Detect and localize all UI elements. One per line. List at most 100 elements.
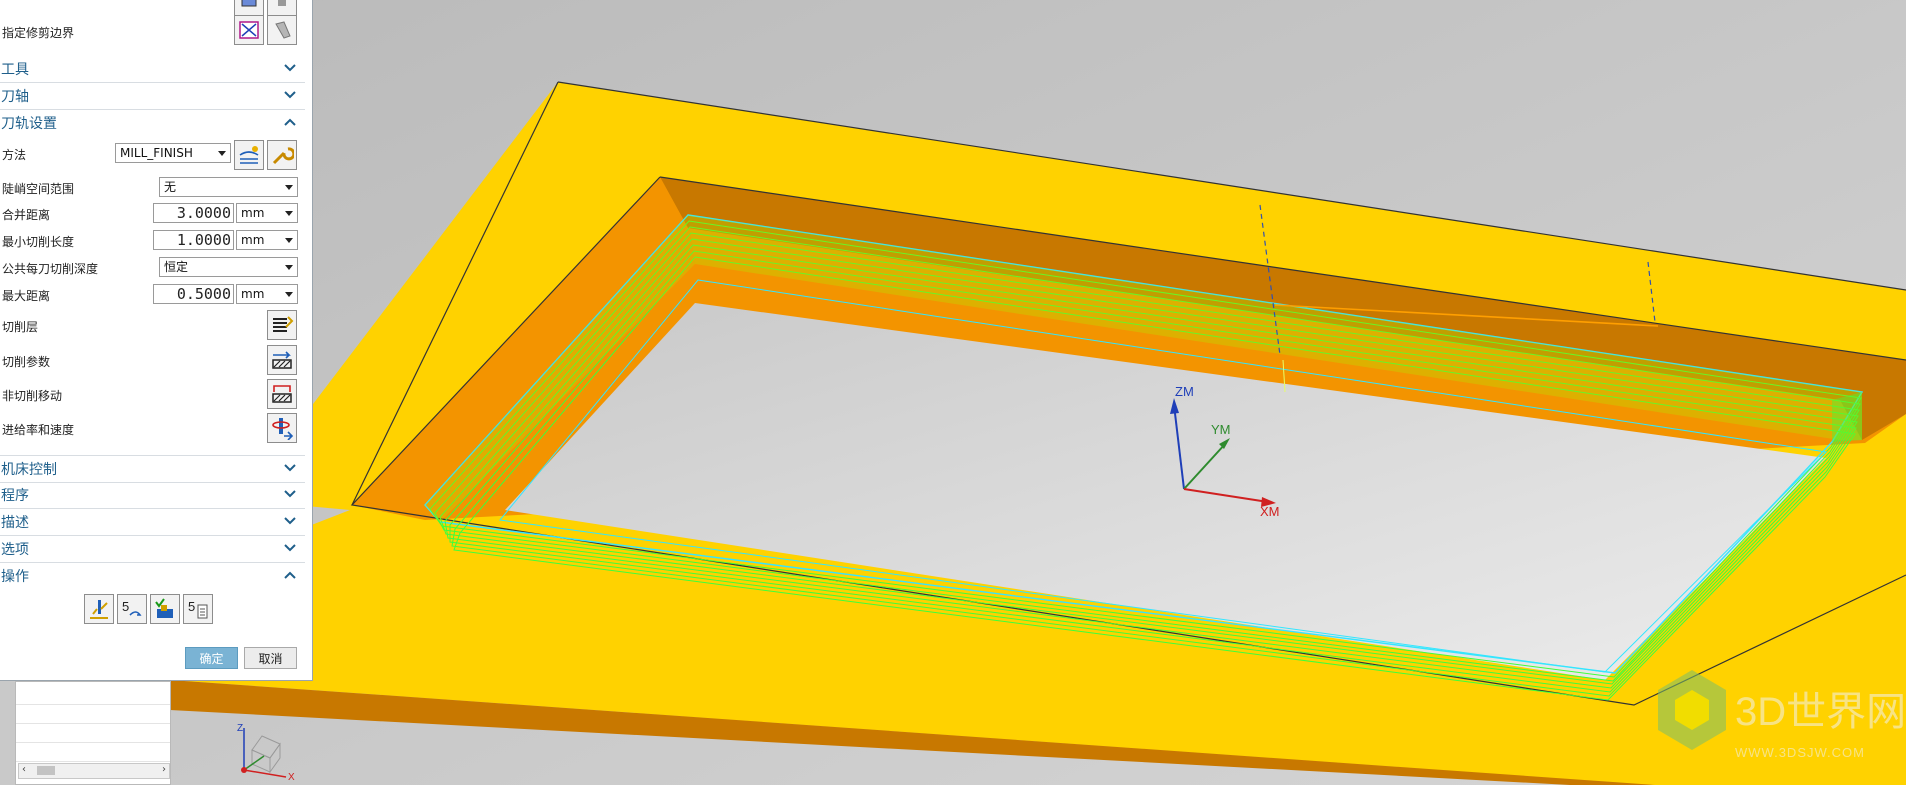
cut-params-label: 切削参数 [2, 355, 51, 369]
triad-z-label: Z [237, 723, 243, 734]
list-item[interactable] [16, 743, 170, 762]
max-distance-label: 最大距离 [2, 289, 51, 303]
svg-text:5: 5 [122, 599, 129, 614]
svg-text:5: 5 [188, 599, 195, 614]
ym-label: YM [1211, 422, 1231, 437]
max-distance-unit[interactable]: mm [236, 284, 298, 304]
max-distance-input[interactable]: 0.5000 [153, 284, 234, 304]
cancel-button[interactable]: 取消 [244, 647, 297, 669]
section-options-label: 选项 [1, 542, 29, 558]
chevron-down-icon [284, 490, 296, 498]
list-item[interactable] [16, 724, 170, 743]
replay-icon: 5 [122, 599, 142, 616]
triad-x-label: X [288, 772, 295, 783]
chevron-down-icon [284, 464, 296, 472]
display-cut-area-button[interactable] [267, 0, 297, 16]
ok-button[interactable]: 确定 [185, 647, 238, 669]
common-depth-label: 公共每刀切削深度 [2, 262, 99, 276]
chevron-up-icon [284, 118, 296, 126]
cut-levels-label: 切削层 [2, 320, 39, 334]
steep-range-label: 陡峭空间范围 [2, 182, 75, 196]
dropdown-arrow-icon [285, 265, 293, 270]
cut-params-button[interactable] [267, 345, 297, 375]
xm-label: XM [1260, 504, 1280, 519]
verify-button[interactable] [150, 594, 180, 624]
chevron-down-icon [284, 544, 296, 552]
chevron-up-icon [284, 571, 296, 579]
section-machine-control[interactable]: 机床控制 [0, 455, 305, 483]
steep-range-select[interactable]: 无 [159, 177, 298, 197]
specify-trim-boundary-button[interactable] [234, 15, 264, 45]
feeds-speeds-icon [272, 418, 294, 440]
merge-distance-unit[interactable]: mm [236, 203, 298, 223]
unit-value: mm [241, 287, 265, 301]
section-options[interactable]: 选项 [0, 536, 305, 563]
section-machine-control-label: 机床控制 [1, 462, 57, 478]
dropdown-arrow-icon [285, 292, 293, 297]
operation-dialog: 指定修剪边界 工具 刀轴 刀轨设置 方法 MILL_FINISH 陡峭空间范围 … [0, 0, 313, 681]
section-description[interactable]: 描述 [0, 509, 305, 536]
wrench-icon [272, 147, 294, 165]
generate-button[interactable] [84, 594, 114, 624]
unit-value: mm [241, 233, 265, 247]
method-select[interactable]: MILL_FINISH [115, 143, 231, 163]
list-icon: 5 [188, 599, 208, 619]
dropdown-arrow-icon [218, 151, 226, 156]
zm-label: ZM [1175, 384, 1194, 399]
create-method-button[interactable] [234, 140, 264, 170]
section-tool-axis[interactable]: 刀轴 [0, 83, 305, 110]
method-icon [239, 146, 259, 164]
scrollbar-thumb[interactable] [37, 766, 55, 775]
section-description-label: 描述 [1, 515, 29, 531]
edit-method-button[interactable] [267, 140, 297, 170]
section-actions[interactable]: 操作 [0, 563, 305, 589]
display-trim-boundary-button[interactable] [267, 15, 297, 45]
section-tool-label: 工具 [1, 62, 29, 78]
section-actions-label: 操作 [1, 569, 29, 585]
merge-distance-input[interactable]: 3.0000 [153, 203, 234, 223]
non-cut-moves-label: 非切削移动 [2, 389, 63, 403]
section-path-settings[interactable]: 刀轨设置 [0, 110, 305, 136]
method-value: MILL_FINISH [120, 146, 193, 160]
section-program[interactable]: 程序 [0, 482, 305, 509]
scroll-right-icon[interactable]: › [162, 764, 166, 775]
section-program-label: 程序 [1, 488, 29, 504]
non-cut-moves-button[interactable] [267, 379, 297, 409]
unit-value: mm [241, 206, 265, 220]
generate-icon [90, 600, 108, 619]
section-path-settings-label: 刀轨设置 [1, 116, 57, 132]
dropdown-arrow-icon [285, 211, 293, 216]
verify-icon [155, 598, 173, 618]
watermark-url: WWW.3DSJW.COM [1735, 745, 1865, 760]
trim-boundary-icon [239, 21, 259, 39]
section-tool[interactable]: 工具 [0, 56, 305, 83]
dropdown-arrow-icon [285, 185, 293, 190]
navigator-list[interactable]: ‹ › [15, 681, 171, 785]
section-axis-label: 刀轴 [1, 89, 29, 105]
trim-boundary-label: 指定修剪边界 [2, 26, 75, 40]
chevron-down-icon [284, 91, 296, 99]
min-cut-length-unit[interactable]: mm [236, 230, 298, 250]
steep-range-value: 无 [164, 180, 177, 194]
feeds-speeds-label: 进给率和速度 [2, 423, 75, 437]
min-cut-length-input[interactable]: 1.0000 [153, 230, 234, 250]
chevron-down-icon [284, 64, 296, 72]
cut-levels-button[interactable] [267, 310, 297, 340]
horizontal-scrollbar[interactable]: ‹ › [18, 763, 170, 779]
dropdown-arrow-icon [285, 238, 293, 243]
watermark-brand: 3D世界网 [1735, 690, 1906, 734]
feeds-speeds-button[interactable] [267, 413, 297, 443]
flashlight-icon [278, 0, 286, 6]
cut-params-icon [272, 351, 292, 369]
list-output-button[interactable]: 5 [183, 594, 213, 624]
scroll-left-icon[interactable]: ‹ [22, 764, 26, 775]
list-item[interactable] [16, 705, 170, 724]
list-item[interactable] [16, 686, 170, 705]
cut-area-icon [241, 0, 257, 7]
specify-cut-area-button[interactable] [234, 0, 264, 16]
common-depth-select[interactable]: 恒定 [159, 257, 298, 277]
chevron-down-icon [284, 517, 296, 525]
common-depth-value: 恒定 [164, 260, 189, 274]
merge-distance-label: 合并距离 [2, 208, 51, 222]
replay-button[interactable]: 5 [117, 594, 147, 624]
